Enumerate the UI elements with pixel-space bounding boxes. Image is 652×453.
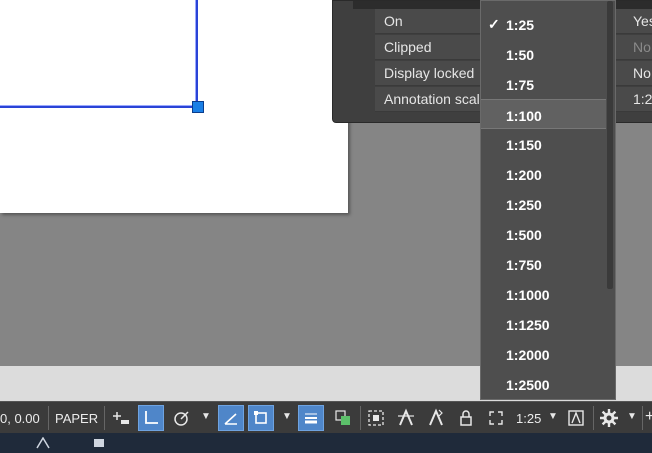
scale-option[interactable]: 1:750 [481, 249, 607, 279]
prop-value[interactable]: No [633, 65, 652, 81]
viewport-sync-icon [568, 410, 584, 426]
viewport-scale-sync-button[interactable] [563, 405, 589, 431]
scale-option-hovered[interactable]: 1:100 [481, 99, 607, 129]
scale-option[interactable]: 1:2000 [481, 339, 607, 369]
polar-icon [174, 411, 189, 426]
lock-viewport-button[interactable] [453, 405, 479, 431]
ortho-button[interactable] [138, 405, 164, 431]
selection-cycling-icon [368, 410, 384, 426]
scale-option[interactable]: ✓ 1:25 [481, 9, 607, 39]
prop-label: On [384, 13, 403, 29]
prop-label: Display locked [384, 65, 475, 81]
prop-value[interactable]: No [633, 39, 652, 55]
viewport-scale-icon [489, 411, 503, 425]
prop-label: Clipped [384, 39, 432, 55]
scale-option[interactable]: 1:1000 [481, 279, 607, 309]
chevron-down-icon[interactable]: ▼ [282, 411, 292, 422]
scale-option[interactable]: 1:150 [481, 129, 607, 159]
transparency-button[interactable] [330, 405, 356, 431]
osnap-icon [254, 411, 267, 424]
polar-tracking-button[interactable] [168, 405, 194, 431]
prop-value[interactable]: Yes [633, 13, 652, 29]
scale-option[interactable]: 1:2500 [481, 369, 607, 399]
annotation-visibility-button[interactable] [393, 405, 419, 431]
auto-scale-icon [429, 408, 443, 426]
annotation-scale-value[interactable]: 1:25 [516, 411, 541, 426]
checkmark-icon: ✓ [488, 16, 500, 32]
os-taskbar [0, 433, 652, 453]
scale-option[interactable]: 1:250 [481, 189, 607, 219]
object-snap-button[interactable] [248, 405, 274, 431]
app-icon[interactable] [36, 437, 50, 449]
annotation-scale-dropdown[interactable]: ✓ 1:25 1:50 1:75 1:100 1:150 1:200 1:250… [480, 0, 616, 400]
auto-scale-button[interactable] [423, 405, 449, 431]
scale-option[interactable]: 1:75 [481, 69, 607, 99]
lock-icon [460, 410, 472, 426]
lineweight-button[interactable] [298, 405, 324, 431]
snap-grid-button[interactable] [108, 405, 134, 431]
scale-option[interactable]: 1:1250 [481, 309, 607, 339]
chevron-down-icon[interactable]: ▼ [627, 411, 637, 422]
prop-value[interactable]: 1:25 [633, 91, 652, 107]
object-snap-tracking-button[interactable] [218, 405, 244, 431]
scale-option[interactable]: 1:500 [481, 219, 607, 249]
scale-viewport-button[interactable] [483, 405, 509, 431]
paper-sheet [0, 0, 348, 213]
workspace-button[interactable] [596, 405, 622, 431]
scrollbar-thumb[interactable] [607, 1, 613, 289]
annotation-visibility-icon [398, 408, 414, 426]
chevron-down-icon[interactable]: ▼ [201, 411, 211, 422]
chevron-down-icon[interactable]: ▼ [548, 411, 558, 422]
gear-icon [600, 409, 618, 427]
plus-icon[interactable]: + [645, 408, 652, 426]
coordinates-readout[interactable]: 0, 0.00 [0, 411, 40, 426]
grid-snap-icon [113, 412, 129, 424]
prop-label: Annotation scale [384, 91, 488, 107]
ortho-icon [145, 411, 158, 424]
paper-model-toggle[interactable]: PAPER [55, 411, 98, 426]
scale-option[interactable]: 1:200 [481, 159, 607, 189]
app-icon[interactable] [92, 437, 106, 449]
osnap-tracking-icon [224, 413, 237, 425]
viewport-border[interactable] [0, 0, 198, 108]
dropdown-scrollbar[interactable] [606, 1, 614, 399]
scale-option[interactable]: 1:50 [481, 39, 607, 69]
transparency-icon [335, 410, 350, 425]
status-bar: 0, 0.00 PAPER ▼ ▼ 1:25 ▼ ▼ + [0, 401, 652, 434]
lineweight-icon [305, 413, 317, 424]
viewport-grip[interactable] [192, 101, 204, 113]
selection-cycling-button[interactable] [363, 405, 389, 431]
